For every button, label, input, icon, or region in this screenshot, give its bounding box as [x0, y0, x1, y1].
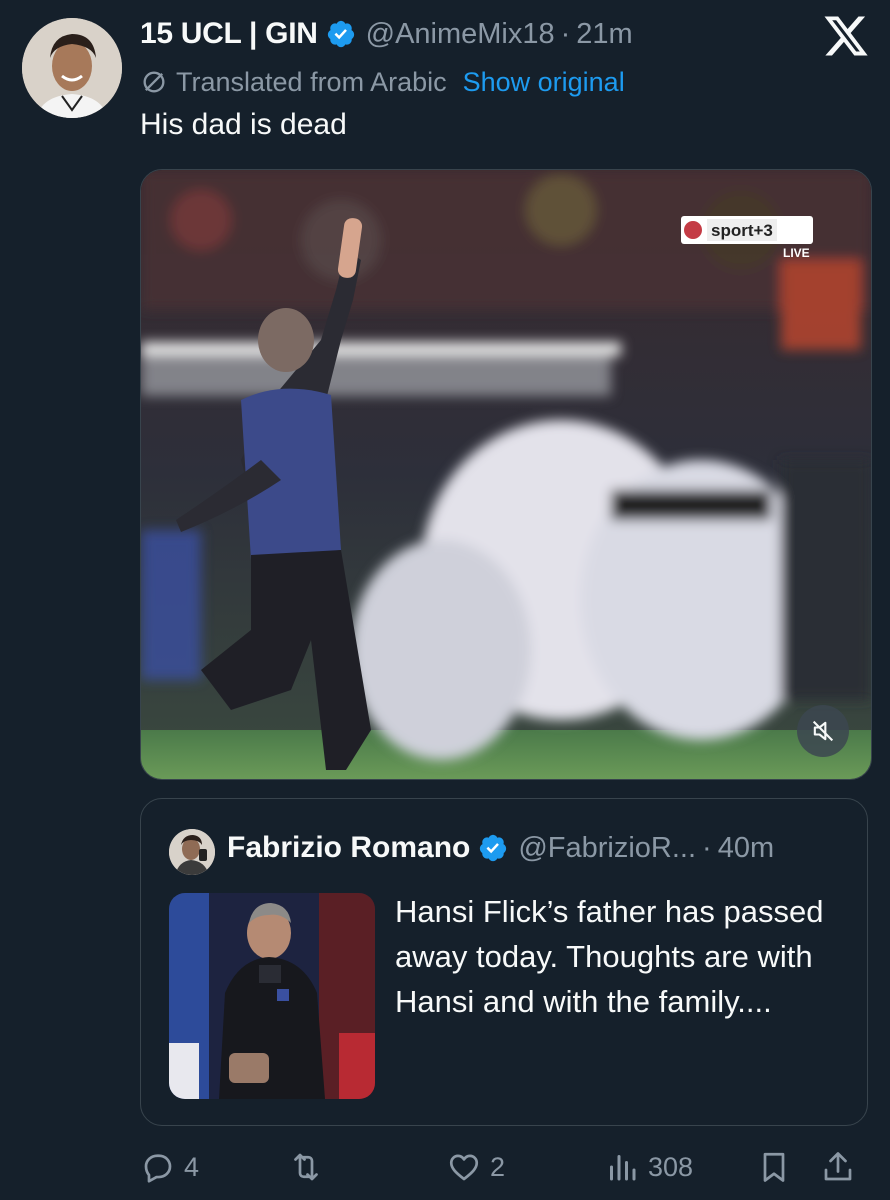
- quoted-post-text: Hansi Flick’s father has passed away tod…: [395, 894, 824, 1019]
- post-timestamp[interactable]: 21m: [576, 18, 632, 51]
- video-player[interactable]: sport+3 LIVE: [140, 169, 872, 780]
- mute-toggle-button[interactable]: [797, 705, 849, 757]
- repost-button[interactable]: [288, 1149, 446, 1185]
- svg-text:LIVE: LIVE: [783, 246, 810, 260]
- author-avatar[interactable]: [22, 18, 122, 118]
- quoted-post-card[interactable]: Fabrizio Romano @FabrizioR... · 40m Hans…: [140, 798, 868, 1126]
- verified-badge-icon[interactable]: [478, 833, 508, 863]
- view-count: 308: [648, 1151, 694, 1182]
- bookmark-button[interactable]: [756, 1149, 820, 1185]
- show-original-link[interactable]: Show original: [463, 67, 625, 98]
- quoted-post-header: Fabrizio Romano @FabrizioR... · 40m: [227, 831, 774, 865]
- translated-label: Translated from Arabic: [176, 66, 447, 97]
- like-count: 2: [490, 1151, 506, 1182]
- author-handle[interactable]: @AnimeMix18: [366, 18, 555, 51]
- like-button[interactable]: 2: [446, 1149, 604, 1185]
- quoted-author-avatar[interactable]: [169, 829, 215, 875]
- reply-count: 4: [184, 1151, 200, 1182]
- bookmark-icon: [763, 1152, 785, 1182]
- separator-dot: ·: [560, 17, 571, 50]
- share-button[interactable]: [820, 1149, 856, 1185]
- post-header: 15 UCL | GIN @AnimeMix18 · 21m: [140, 14, 870, 54]
- post-text: His dad is dead: [140, 108, 347, 141]
- svg-text:sport+3: sport+3: [711, 221, 773, 240]
- author-display-name[interactable]: 15 UCL | GIN: [140, 17, 318, 51]
- analytics-icon: [610, 1155, 636, 1181]
- reply-button[interactable]: 4: [140, 1149, 288, 1185]
- quoted-author-name[interactable]: Fabrizio Romano: [227, 831, 470, 865]
- quoted-author-handle[interactable]: @FabrizioR...: [518, 832, 696, 865]
- views-button[interactable]: 308: [604, 1149, 756, 1185]
- repost-icon: [294, 1153, 318, 1181]
- speaker-muted-icon: [812, 720, 834, 742]
- heart-icon: [449, 1154, 479, 1181]
- translation-row: Translated from Arabic Show original: [140, 62, 625, 102]
- post-action-bar: 4 2 308: [140, 1140, 870, 1194]
- reply-icon: [144, 1154, 172, 1183]
- quoted-post-image[interactable]: [169, 893, 375, 1099]
- translate-icon: [140, 68, 168, 96]
- share-icon: [824, 1152, 852, 1181]
- verified-badge-icon[interactable]: [326, 19, 356, 49]
- quoted-post-timestamp[interactable]: 40m: [718, 832, 774, 865]
- separator-dot: ·: [702, 831, 712, 864]
- x-logo-icon[interactable]: [822, 12, 870, 60]
